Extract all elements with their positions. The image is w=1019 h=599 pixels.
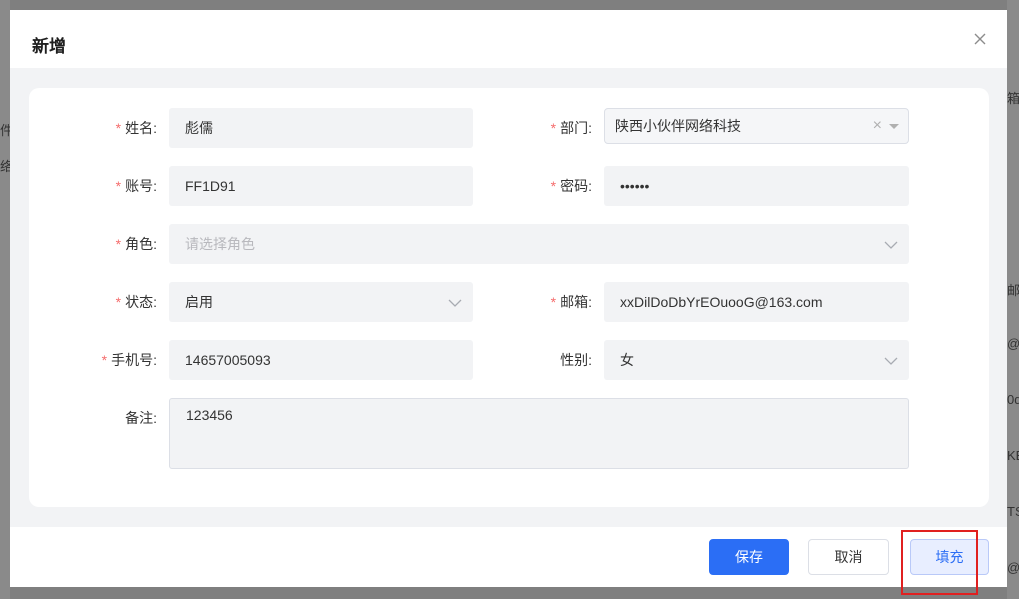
- password-label: * 密码:: [550, 178, 592, 194]
- password-field[interactable]: ••••••: [604, 166, 909, 206]
- background-text: 箱: [1007, 91, 1019, 106]
- phone-label: * 手机号:: [101, 352, 157, 368]
- background-text: 0q: [1007, 392, 1019, 407]
- status-label: * 状态:: [115, 294, 157, 310]
- form-row: * 状态: 启用 * 邮箱: xxDilDoDbYrEOuooG@163.com: [29, 282, 989, 322]
- background-left-strip: 件 络: [0, 0, 13, 599]
- form-row: * 手机号: 14657005093 性别: 女: [29, 340, 989, 380]
- form-row: * 账号: FF1D91 * 密码: ••••••: [29, 166, 989, 206]
- form-row: * 姓名: 彪儒 * 部门: 陕西小伙伴网络科技 ×: [29, 108, 989, 148]
- clear-icon[interactable]: ×: [873, 109, 882, 143]
- remark-textarea[interactable]: 123456: [169, 398, 909, 469]
- account-field[interactable]: FF1D91: [169, 166, 473, 206]
- remark-label: 备注:: [125, 410, 157, 426]
- email-field[interactable]: xxDilDoDbYrEOuooG@163.com: [604, 282, 909, 322]
- caret-down-icon: [889, 124, 899, 129]
- user-form: * 姓名: 彪儒 * 部门: 陕西小伙伴网络科技 × * 账号: FF1D91 * 密码…: [29, 88, 989, 507]
- name-field[interactable]: 彪儒: [169, 108, 473, 148]
- chevron-down-icon: [884, 241, 898, 249]
- save-button[interactable]: 保存: [709, 539, 789, 575]
- dialog-footer: 保存 取消 填充: [10, 527, 1007, 595]
- role-label: * 角色:: [115, 236, 157, 252]
- cancel-button[interactable]: 取消: [808, 539, 889, 575]
- dialog-title: 新增: [32, 37, 66, 56]
- account-label: * 账号:: [115, 178, 157, 194]
- background-text: KE: [1007, 448, 1019, 463]
- form-row: 备注: 123456: [29, 398, 989, 469]
- add-dialog: 新增 * 姓名: 彪儒 * 部门: 陕西小伙伴网络科技 × * 账号: FF1D91: [10, 10, 1007, 595]
- chevron-down-icon: [448, 299, 462, 307]
- background-text: 邮: [1007, 283, 1019, 298]
- name-label: * 姓名:: [115, 120, 157, 136]
- phone-field[interactable]: 14657005093: [169, 340, 473, 380]
- department-select[interactable]: 陕西小伙伴网络科技 ×: [604, 108, 909, 144]
- highlight-box: [901, 530, 978, 595]
- gender-select[interactable]: 女: [604, 340, 909, 380]
- chevron-down-icon: [884, 357, 898, 365]
- dialog-header: 新增: [10, 10, 1007, 68]
- gender-label: 性别:: [560, 352, 592, 368]
- form-row: * 角色: 请选择角色: [29, 224, 989, 264]
- background-text: TS: [1007, 504, 1019, 519]
- background-right-strip: 箱 邮 @ 0q KE TS @: [1007, 0, 1019, 599]
- department-label: * 部门:: [550, 120, 592, 136]
- background-text: @: [1007, 560, 1019, 575]
- role-select[interactable]: 请选择角色: [169, 224, 909, 264]
- status-select[interactable]: 启用: [169, 282, 473, 322]
- dialog-body: * 姓名: 彪儒 * 部门: 陕西小伙伴网络科技 × * 账号: FF1D91 * 密码…: [10, 68, 1007, 527]
- background-text: @: [1007, 336, 1019, 351]
- email-label: * 邮箱:: [550, 294, 592, 310]
- close-icon[interactable]: [971, 30, 989, 48]
